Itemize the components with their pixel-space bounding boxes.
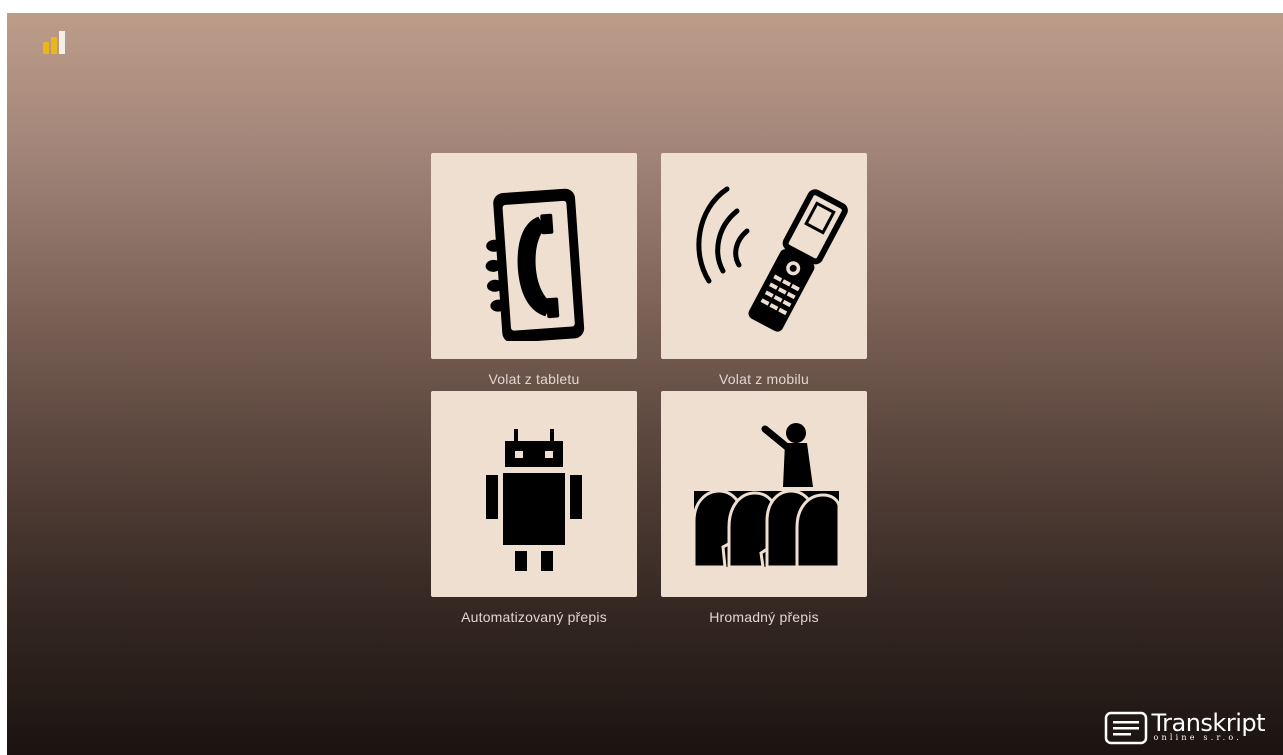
tile-automated-transcription-button[interactable] — [431, 391, 637, 597]
tile-label: Volat z tabletu — [488, 371, 580, 387]
logo-wordmark: Transkript online s.r.o. — [1152, 711, 1266, 745]
android-robot-icon — [486, 429, 582, 571]
signal-bars-icon — [43, 31, 65, 54]
tile-call-from-mobile-button[interactable] — [661, 153, 867, 359]
logo-subtitle: online s.r.o. — [1153, 733, 1242, 742]
tile-call-from-tablet[interactable]: Volat z tabletu — [431, 153, 637, 387]
tile-bulk-transcription[interactable]: Hromadný přepis — [661, 391, 867, 625]
tile-label: Volat z mobilu — [719, 371, 809, 387]
tablet-call-icon — [485, 188, 585, 341]
logo-name: Transkript — [1151, 709, 1266, 737]
tile-automated-transcription[interactable]: Automatizovaný přepis — [431, 391, 637, 625]
tile-label: Automatizovaný přepis — [461, 609, 607, 625]
crowd-speaker-icon — [692, 423, 841, 569]
tile-label: Hromadný přepis — [709, 609, 819, 625]
tile-call-from-tablet-button[interactable] — [431, 153, 637, 359]
tile-bulk-transcription-button[interactable] — [661, 391, 867, 597]
company-logo: Transkript online s.r.o. — [1104, 711, 1266, 745]
mobile-phone-call-icon — [696, 186, 848, 332]
document-lines-icon — [1104, 711, 1147, 745]
app-screen: Volat z tabletu Volat z mobilu Automatiz… — [7, 13, 1283, 755]
tile-call-from-mobile[interactable]: Volat z mobilu — [661, 153, 867, 387]
